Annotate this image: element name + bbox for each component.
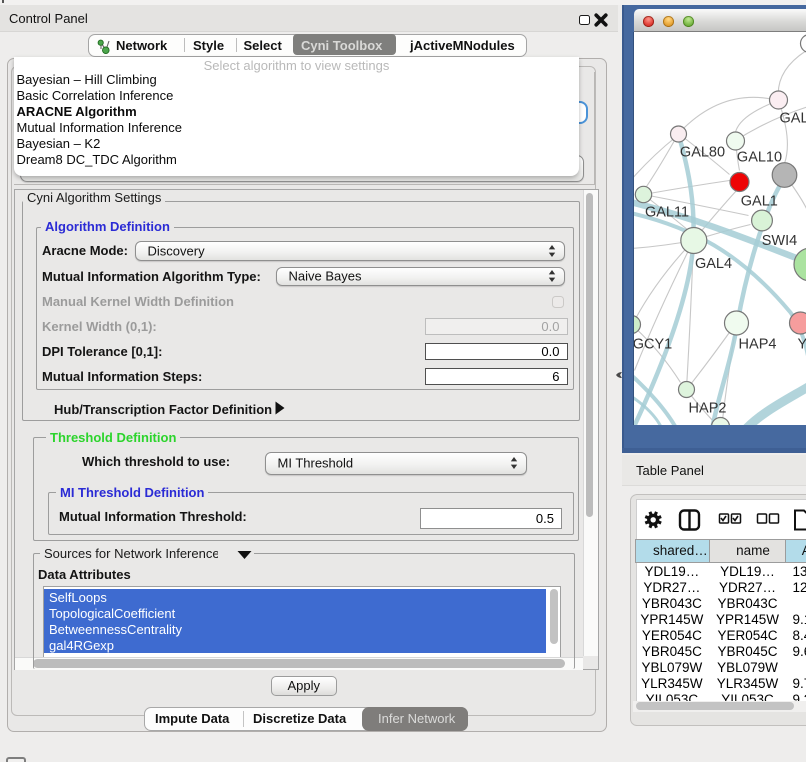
svg-text:GCY1: GCY1 (634, 336, 672, 352)
svg-text:GAL7: GAL7 (779, 110, 806, 126)
svg-text:GAL11: GAL11 (644, 204, 688, 220)
svg-text:GAL10: GAL10 (736, 149, 781, 165)
svg-text:GAL4: GAL4 (694, 256, 731, 272)
svg-text:SWI4: SWI4 (761, 233, 796, 249)
svg-text:HAP4: HAP4 (738, 336, 776, 352)
svg-text:GAL1: GAL1 (740, 193, 777, 209)
svg-text:GAL80: GAL80 (679, 144, 724, 160)
svg-text:HAP2: HAP2 (688, 400, 726, 416)
svg-text:YMR2: YMR2 (797, 336, 806, 352)
